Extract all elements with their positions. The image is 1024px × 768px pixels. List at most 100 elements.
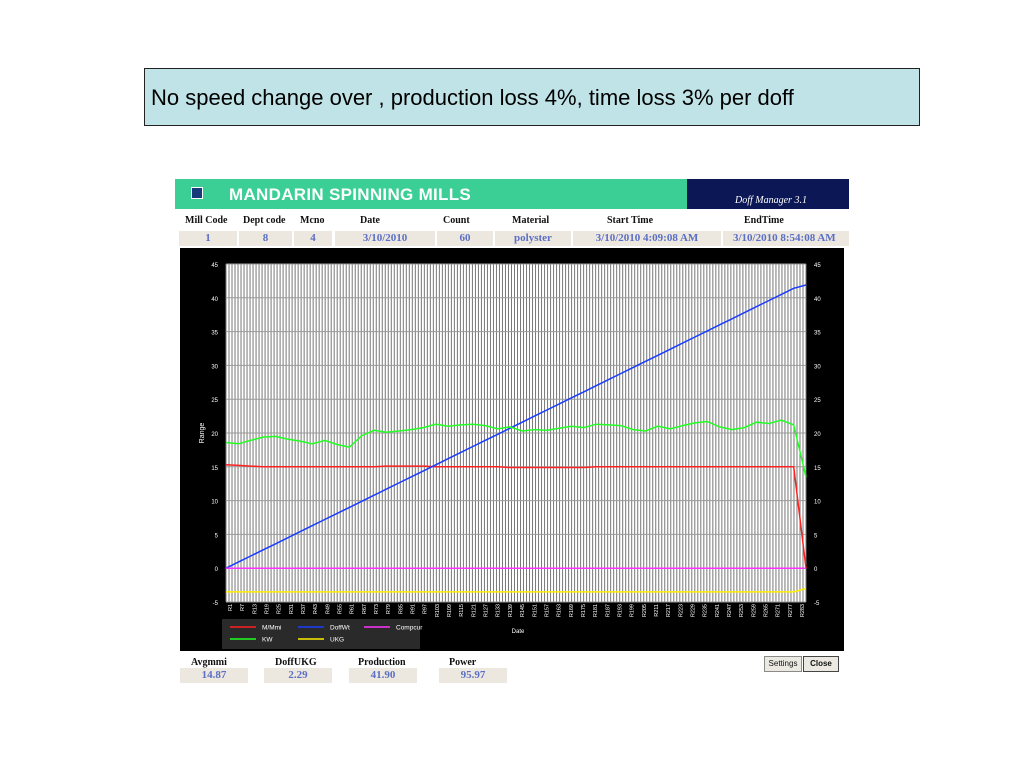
y-tick-label-left: 5 [215,533,219,539]
x-tick-label: R115 [459,604,465,617]
x-tick-label: R211 [654,604,660,617]
label-mill-code: Mill Code [185,215,228,226]
dept-code-field[interactable]: 8 [239,231,292,246]
label-doffukg: DoffUKG [275,657,317,668]
x-tick-label: R265 [763,604,769,617]
y-tick-label-left: 20 [211,432,218,438]
x-tick-label: R181 [593,604,599,617]
end-time-field[interactable]: 3/10/2010 8:54:08 AM [723,231,849,246]
y-tick-label-right: 10 [814,500,821,506]
x-tick-label: R127 [484,604,490,617]
settings-button[interactable]: Settings [764,656,802,672]
y-tick-label-right: 35 [814,331,821,337]
x-tick-label: R187 [605,604,611,617]
y-tick-label-right: 45 [814,263,821,269]
x-tick-label: R7 [240,604,246,611]
slide-caption: No speed change over , production loss 4… [144,68,920,126]
x-axis-label: Date [512,629,525,635]
x-tick-label: R25 [277,604,283,614]
x-tick-label: R19 [265,604,271,614]
x-tick-label: R109 [447,604,453,617]
x-tick-label: R37 [301,604,307,614]
x-tick-label: R283 [800,604,806,617]
x-tick-label: R175 [581,604,587,617]
x-tick-label: R1 [228,604,234,611]
y-tick-label-left: 30 [211,364,218,370]
x-tick-label: R91 [411,604,417,614]
doff-manager-window: MANDARIN SPINNING MILLS Doff Manager 3.1… [175,179,849,687]
info-values: 1 8 4 3/10/2010 60 polyster 3/10/2010 4:… [175,231,849,247]
y-tick-label-right: 15 [814,466,821,472]
x-tick-label: R55 [338,604,344,614]
x-tick-label: R151 [532,604,538,617]
legend-box [222,619,420,649]
avgmmi-field[interactable]: 14.87 [180,668,248,683]
y-tick-label-right: 25 [814,398,821,404]
stats-bar: Avgmmi DoffUKG Production Power 14.87 2.… [175,653,849,687]
label-avgmmi: Avgmmi [191,657,227,668]
label-dept-code: Dept code [243,215,286,226]
label-mcno: Mcno [300,215,325,226]
app-version: Doff Manager 3.1 [735,195,807,206]
label-date: Date [360,215,380,226]
power-field[interactable]: 95.97 [439,668,507,683]
mill-code-field[interactable]: 1 [179,231,237,246]
y-tick-label-left: 45 [211,263,218,269]
info-labels: Mill Code Dept code Mcno Date Count Mate… [175,215,849,229]
y-tick-label-right: 20 [814,432,821,438]
material-field[interactable]: polyster [495,231,571,246]
y-tick-label-left: 35 [211,331,218,337]
x-tick-label: R235 [703,604,709,617]
x-tick-label: R13 [252,604,258,614]
y-tick-label-right: 30 [814,364,821,370]
label-material: Material [512,215,550,226]
x-tick-label: R43 [313,604,319,614]
close-button[interactable]: Close [803,656,839,672]
x-tick-label: R163 [557,604,563,617]
legend-label: Compcur [396,625,423,632]
x-tick-label: R169 [569,604,575,617]
legend-label: KW [262,637,273,644]
label-count: Count [443,215,470,226]
x-tick-label: R217 [666,604,672,617]
x-tick-label: R241 [715,604,721,617]
legend-label: M/Mmi [262,625,282,632]
count-field[interactable]: 60 [437,231,493,246]
x-tick-label: R85 [398,604,404,614]
x-tick-label: R49 [325,604,331,614]
doff-chart: -5 -5 0 0 5 5 10 10 15 15 20 20 25 25 30 30 35 35 40 40 45 45… [180,248,844,651]
label-end-time: EndTime [744,215,784,226]
y-tick-label-right: 5 [814,533,818,539]
x-tick-label: R139 [508,604,514,617]
y-tick-label-left: 25 [211,398,218,404]
doffukg-field[interactable]: 2.29 [264,668,332,683]
y-tick-label-right: -5 [814,601,820,607]
y-tick-label-left: 40 [211,297,218,303]
y-tick-label-left: -5 [213,601,219,607]
x-tick-label: R73 [374,604,380,614]
x-tick-label: R79 [386,604,392,614]
x-tick-label: R253 [739,604,745,617]
y-tick-label-right: 40 [814,297,821,303]
label-start-time: Start Time [607,215,654,226]
y-tick-label-left: 15 [211,466,218,472]
x-tick-label: R97 [423,604,429,614]
legend-label: DoffWt [330,625,350,632]
start-time-field[interactable]: 3/10/2010 4:09:08 AM [573,231,721,246]
x-tick-label: R199 [630,604,636,617]
label-production: Production [358,657,406,668]
date-field[interactable]: 3/10/2010 [335,231,435,246]
x-tick-label: R229 [690,604,696,617]
x-tick-label: R205 [642,604,648,617]
x-tick-label: R133 [496,604,502,617]
y-tick-label-left: 0 [215,567,219,573]
app-title: MANDARIN SPINNING MILLS [229,185,472,204]
mcno-field[interactable]: 4 [294,231,332,246]
x-tick-label: R121 [471,604,477,617]
x-tick-label: R259 [751,604,757,617]
x-tick-label: R103 [435,604,441,617]
x-tick-label: R31 [289,604,295,614]
x-tick-label: R61 [350,604,356,614]
production-field[interactable]: 41.90 [349,668,417,683]
app-icon[interactable] [191,187,203,199]
